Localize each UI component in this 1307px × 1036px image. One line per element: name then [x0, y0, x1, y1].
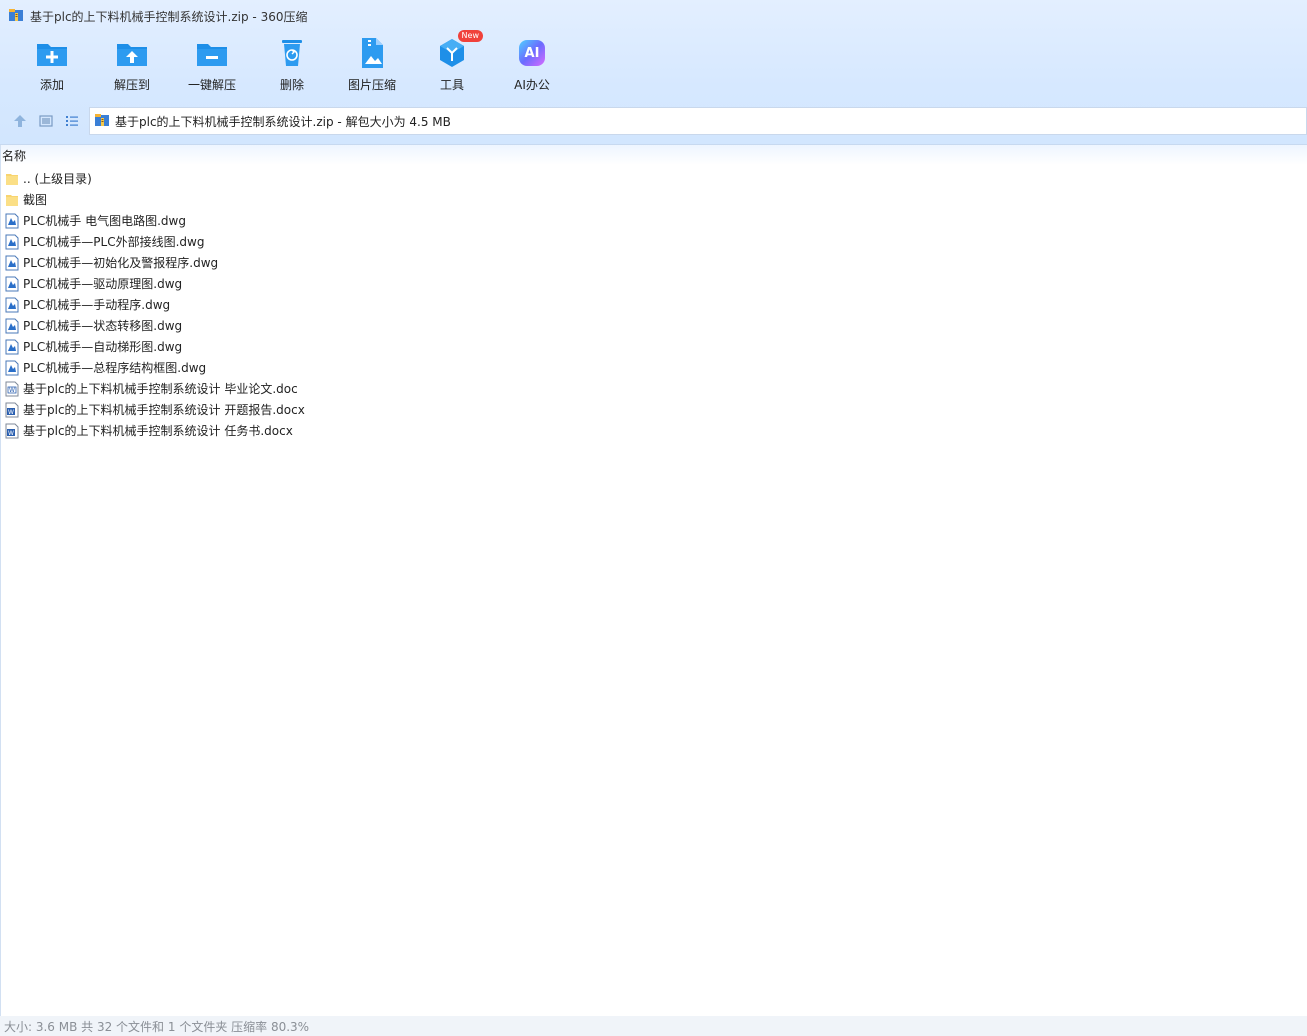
dwg-file-icon [5, 339, 19, 354]
file-name: PLC机械手—PLC外部接线图.dwg [23, 235, 205, 249]
list-item[interactable]: PLC机械手 电气图电路图.dwg [4, 210, 604, 231]
svg-text:W: W [8, 430, 14, 437]
file-name: 基于plc的上下料机械手控制系统设计 毕业论文.doc [23, 382, 298, 396]
window-title: 基于plc的上下料机械手控制系统设计.zip - 360压缩 [30, 9, 308, 24]
file-name: PLC机械手 电气图电路图.dwg [23, 214, 186, 228]
extract-to-button[interactable]: 解压到 [92, 36, 172, 100]
up-level-button[interactable] [7, 108, 33, 134]
add-folder-icon [35, 36, 69, 70]
tools-icon: New [435, 30, 483, 70]
ai-office-icon: AI [515, 36, 549, 70]
list-item[interactable]: PLC机械手—初始化及警报程序.dwg [4, 252, 604, 273]
file-name: PLC机械手—驱动原理图.dwg [23, 277, 183, 291]
tools-button-label: 工具 [439, 78, 464, 92]
delete-button[interactable]: 删除 [252, 36, 332, 100]
list-item[interactable]: W 基于plc的上下料机械手控制系统设计 任务书.docx [4, 420, 604, 441]
window-chrome: 基于plc的上下料机械手控制系统设计.zip - 360压缩 添加 解压到 一键… [0, 0, 1307, 145]
list-item[interactable]: PLC机械手—PLC外部接线图.dwg [4, 231, 604, 252]
arrow-up-icon [14, 115, 26, 127]
list-item[interactable]: W 基于plc的上下料机械手控制系统设计 开题报告.docx [4, 399, 604, 420]
image-compress-icon [355, 36, 389, 70]
doc-file-icon: W [5, 381, 19, 396]
list-item[interactable]: PLC机械手—手动程序.dwg [4, 294, 604, 315]
file-list: .. (上级目录) 截图 PLC机械手 电气图电路图.dwg PLC机械手—PL… [4, 168, 604, 441]
file-name: PLC机械手—总程序结构框图.dwg [23, 361, 207, 375]
list-header: 名称 [0, 145, 1307, 165]
list-item[interactable]: PLC机械手—驱动原理图.dwg [4, 273, 604, 294]
list-left-border [0, 145, 1, 1016]
docx-file-icon: W [5, 423, 19, 438]
address-text: 基于plc的上下料机械手控制系统设计.zip - 解包大小为 4.5 MB [115, 114, 451, 129]
zip-file-icon [94, 112, 110, 131]
file-name: PLC机械手—状态转移图.dwg [23, 319, 183, 333]
list-item[interactable]: 截图 [4, 189, 604, 210]
list-view-icon [66, 116, 78, 126]
extract-to-button-label: 解压到 [113, 78, 150, 92]
list-item[interactable]: PLC机械手—状态转移图.dwg [4, 315, 604, 336]
zip-app-icon [8, 7, 24, 26]
svg-text:W: W [8, 409, 14, 416]
navigation-bar: 基于plc的上下料机械手控制系统设计.zip - 解包大小为 4.5 MB [0, 106, 1307, 136]
one-click-extract-icon [195, 36, 229, 70]
add-button[interactable]: 添加 [12, 36, 92, 100]
ai-icon-text: AI [524, 45, 540, 61]
thumbnail-view-button[interactable] [33, 108, 59, 134]
file-name: 截图 [23, 193, 48, 207]
list-item[interactable]: PLC机械手—自动梯形图.dwg [4, 336, 604, 357]
status-text: 大小: 3.6 MB 共 32 个文件和 1 个文件夹 压缩率 80.3% [4, 1019, 310, 1034]
ai-office-button-label: AI办公 [514, 78, 550, 92]
dwg-file-icon [5, 297, 19, 312]
tools-button[interactable]: New 工具 [412, 30, 492, 100]
dwg-file-icon [5, 255, 19, 270]
file-name: .. (上级目录) [23, 172, 92, 186]
title-bar: 基于plc的上下料机械手控制系统设计.zip - 360压缩 [0, 0, 1307, 32]
dwg-file-icon [5, 360, 19, 375]
one-click-extract-button-label: 一键解压 [187, 78, 236, 92]
image-compress-button-label: 图片压缩 [347, 78, 396, 92]
file-name: PLC机械手—初始化及警报程序.dwg [23, 256, 219, 270]
dwg-file-icon [5, 234, 19, 249]
svg-text:W: W [9, 387, 15, 394]
file-name: 基于plc的上下料机械手控制系统设计 任务书.docx [23, 424, 293, 438]
dwg-file-icon [5, 318, 19, 333]
one-click-extract-button[interactable]: 一键解压 [172, 36, 252, 100]
delete-button-label: 删除 [279, 78, 304, 92]
dwg-file-icon [5, 213, 19, 228]
file-name: PLC机械手—自动梯形图.dwg [23, 340, 183, 354]
docx-file-icon: W [5, 402, 19, 417]
new-badge: New [457, 30, 483, 42]
list-item[interactable]: W 基于plc的上下料机械手控制系统设计 毕业论文.doc [4, 378, 604, 399]
folder-icon [6, 194, 18, 206]
dwg-file-icon [5, 276, 19, 291]
thumbnail-view-icon [39, 115, 53, 127]
folder-icon [6, 173, 18, 185]
extract-to-icon [115, 36, 149, 70]
ai-office-button[interactable]: AI AI办公 [492, 36, 572, 100]
file-name: 基于plc的上下料机械手控制系统设计 开题报告.docx [23, 403, 305, 417]
toolbar: 添加 解压到 一键解压 删除 图片压缩 New 工具 AI AI办公 [12, 30, 572, 100]
list-item[interactable]: PLC机械手—总程序结构框图.dwg [4, 357, 604, 378]
address-bar[interactable]: 基于plc的上下料机械手控制系统设计.zip - 解包大小为 4.5 MB [89, 107, 1307, 135]
file-name: PLC机械手—手动程序.dwg [23, 298, 171, 312]
status-bar: 大小: 3.6 MB 共 32 个文件和 1 个文件夹 压缩率 80.3% [0, 1016, 1307, 1036]
delete-icon [275, 36, 309, 70]
list-view-button[interactable] [59, 108, 85, 134]
list-item-parent-dir[interactable]: .. (上级目录) [4, 168, 604, 189]
image-compress-button[interactable]: 图片压缩 [332, 36, 412, 100]
name-column-header[interactable]: 名称 [2, 147, 26, 164]
add-button-label: 添加 [39, 78, 64, 92]
